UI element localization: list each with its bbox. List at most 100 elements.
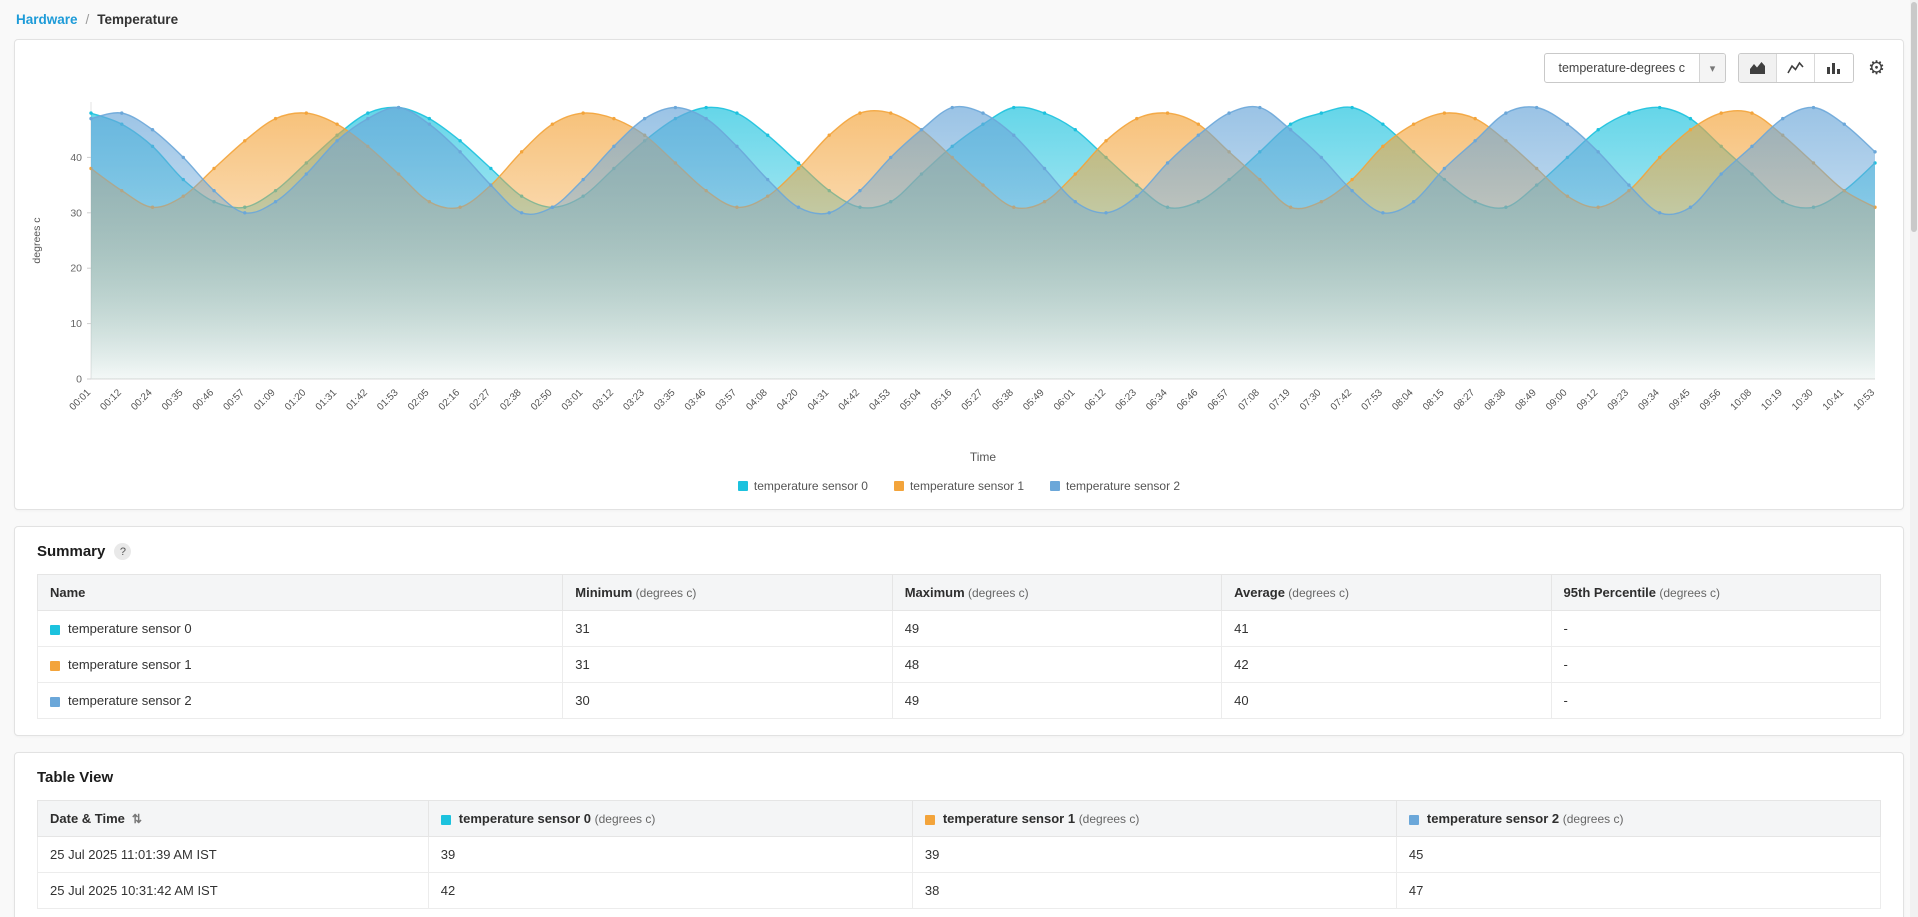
temperature-area-chart: 01020304000:0100:1200:2400:3500:4600:570…: [25, 86, 1893, 471]
svg-text:00:46: 00:46: [191, 387, 217, 413]
bar-chart-button[interactable]: [1815, 54, 1853, 82]
summary-value-cell: 30: [563, 683, 892, 719]
series-swatch-icon: [1409, 815, 1419, 825]
svg-text:09:34: 09:34: [1636, 387, 1662, 413]
datetime-cell: 25 Jul 2025 10:31:42 AM IST: [38, 873, 429, 909]
svg-text:03:46: 03:46: [683, 387, 709, 413]
sensor-value-cell: 45: [1396, 837, 1880, 873]
svg-text:40: 40: [70, 152, 82, 164]
summary-column-header: Maximum (degrees c): [892, 575, 1221, 611]
sensor-name-cell: temperature sensor 0: [38, 611, 563, 647]
line-chart-button[interactable]: [1777, 54, 1815, 82]
svg-text:05:49: 05:49: [1021, 387, 1047, 413]
summary-row: temperature sensor 2304940-: [38, 683, 1881, 719]
sensor-column-header: temperature sensor 2 (degrees c): [1396, 801, 1880, 837]
summary-row: temperature sensor 0314941-: [38, 611, 1881, 647]
svg-text:09:23: 09:23: [1606, 387, 1632, 413]
summary-table: NameMinimum (degrees c)Maximum (degrees …: [37, 574, 1881, 719]
sensor-value-cell: 39: [912, 837, 1396, 873]
svg-text:05:16: 05:16: [929, 387, 955, 413]
metric-select-value: temperature-degrees c: [1545, 54, 1699, 82]
svg-text:00:01: 00:01: [68, 387, 94, 413]
svg-text:04:08: 04:08: [744, 387, 770, 413]
svg-text:10: 10: [70, 318, 82, 330]
breadcrumb: Hardware / Temperature: [14, 8, 1904, 39]
help-icon[interactable]: ?: [114, 543, 131, 560]
summary-value-cell: -: [1551, 611, 1880, 647]
svg-text:08:27: 08:27: [1452, 387, 1478, 413]
series-swatch-icon: [441, 815, 451, 825]
svg-text:04:42: 04:42: [837, 387, 863, 413]
summary-value-cell: -: [1551, 647, 1880, 683]
sensor-value-cell: 42: [428, 873, 912, 909]
summary-title-row: Summary ?: [27, 541, 1891, 574]
page: Hardware / Temperature temperature-degre…: [0, 0, 1918, 917]
svg-text:10:41: 10:41: [1821, 387, 1847, 413]
chart-area: 01020304000:0100:1200:2400:3500:4600:570…: [25, 86, 1893, 471]
svg-text:10:30: 10:30: [1790, 387, 1816, 413]
summary-value-cell: 49: [892, 611, 1221, 647]
legend-item[interactable]: temperature sensor 2: [1050, 479, 1180, 493]
summary-column-header: 95th Percentile (degrees c): [1551, 575, 1880, 611]
table-view-title-row: Table View: [27, 767, 1891, 800]
area-chart-button[interactable]: [1739, 54, 1777, 82]
chevron-down-icon: ▾: [1699, 54, 1725, 82]
svg-text:00:12: 00:12: [98, 387, 124, 413]
series-swatch-icon: [50, 625, 60, 635]
datetime-column-header[interactable]: Date & Time⇅: [38, 801, 429, 837]
svg-text:06:46: 06:46: [1175, 387, 1201, 413]
summary-column-header: Name: [38, 575, 563, 611]
breadcrumb-separator: /: [86, 12, 90, 27]
table-view-row: 25 Jul 2025 10:31:42 AM IST423847: [38, 873, 1881, 909]
chart-toolbar: temperature-degrees c ▾: [25, 48, 1893, 86]
legend-swatch-icon: [894, 481, 904, 491]
svg-text:00:24: 00:24: [129, 387, 155, 413]
summary-header-row: NameMinimum (degrees c)Maximum (degrees …: [38, 575, 1881, 611]
svg-text:03:35: 03:35: [652, 387, 678, 413]
svg-text:06:01: 06:01: [1052, 387, 1078, 413]
svg-text:01:31: 01:31: [314, 387, 340, 413]
legend-item[interactable]: temperature sensor 0: [738, 479, 868, 493]
svg-text:08:15: 08:15: [1421, 387, 1447, 413]
summary-value-cell: 40: [1222, 683, 1551, 719]
svg-text:03:23: 03:23: [621, 387, 647, 413]
legend-swatch-icon: [1050, 481, 1060, 491]
svg-text:02:05: 02:05: [406, 387, 432, 413]
table-view-header-row: Date & Time⇅temperature sensor 0 (degree…: [38, 801, 1881, 837]
summary-card: Summary ? NameMinimum (degrees c)Maximum…: [14, 526, 1904, 736]
svg-text:10:08: 10:08: [1729, 387, 1755, 413]
summary-value-cell: 31: [563, 647, 892, 683]
svg-text:01:20: 01:20: [283, 387, 309, 413]
svg-text:08:49: 08:49: [1513, 387, 1539, 413]
svg-text:04:31: 04:31: [806, 387, 832, 413]
svg-text:04:53: 04:53: [867, 387, 893, 413]
sensor-name-cell: temperature sensor 2: [38, 683, 563, 719]
legend-item[interactable]: temperature sensor 1: [894, 479, 1024, 493]
metric-select-dropdown[interactable]: temperature-degrees c ▾: [1544, 53, 1726, 83]
svg-text:03:12: 03:12: [591, 387, 617, 413]
svg-text:00:35: 00:35: [160, 387, 186, 413]
svg-text:10:53: 10:53: [1852, 387, 1878, 413]
svg-text:degrees c: degrees c: [31, 217, 43, 263]
svg-text:20: 20: [70, 263, 82, 275]
svg-text:05:04: 05:04: [898, 387, 924, 413]
sensor-name-cell: temperature sensor 1: [38, 647, 563, 683]
svg-text:01:53: 01:53: [375, 387, 401, 413]
summary-column-header: Average (degrees c): [1222, 575, 1551, 611]
gear-icon[interactable]: ⚙: [1866, 59, 1887, 78]
legend-label: temperature sensor 1: [910, 479, 1024, 493]
breadcrumb-hardware-link[interactable]: Hardware: [16, 12, 78, 27]
svg-text:03:57: 03:57: [714, 387, 740, 413]
table-view-title: Table View: [37, 769, 113, 786]
svg-text:0: 0: [76, 374, 82, 386]
sort-icon[interactable]: ⇅: [132, 812, 142, 826]
table-view-table: Date & Time⇅temperature sensor 0 (degree…: [37, 800, 1881, 909]
page-scrollbar[interactable]: [1910, 0, 1918, 917]
svg-text:02:16: 02:16: [437, 387, 463, 413]
summary-column-header: Minimum (degrees c): [563, 575, 892, 611]
summary-value-cell: 49: [892, 683, 1221, 719]
sensor-value-cell: 39: [428, 837, 912, 873]
sensor-column-header: temperature sensor 0 (degrees c): [428, 801, 912, 837]
svg-text:09:00: 09:00: [1544, 387, 1570, 413]
scrollbar-thumb[interactable]: [1911, 2, 1917, 232]
